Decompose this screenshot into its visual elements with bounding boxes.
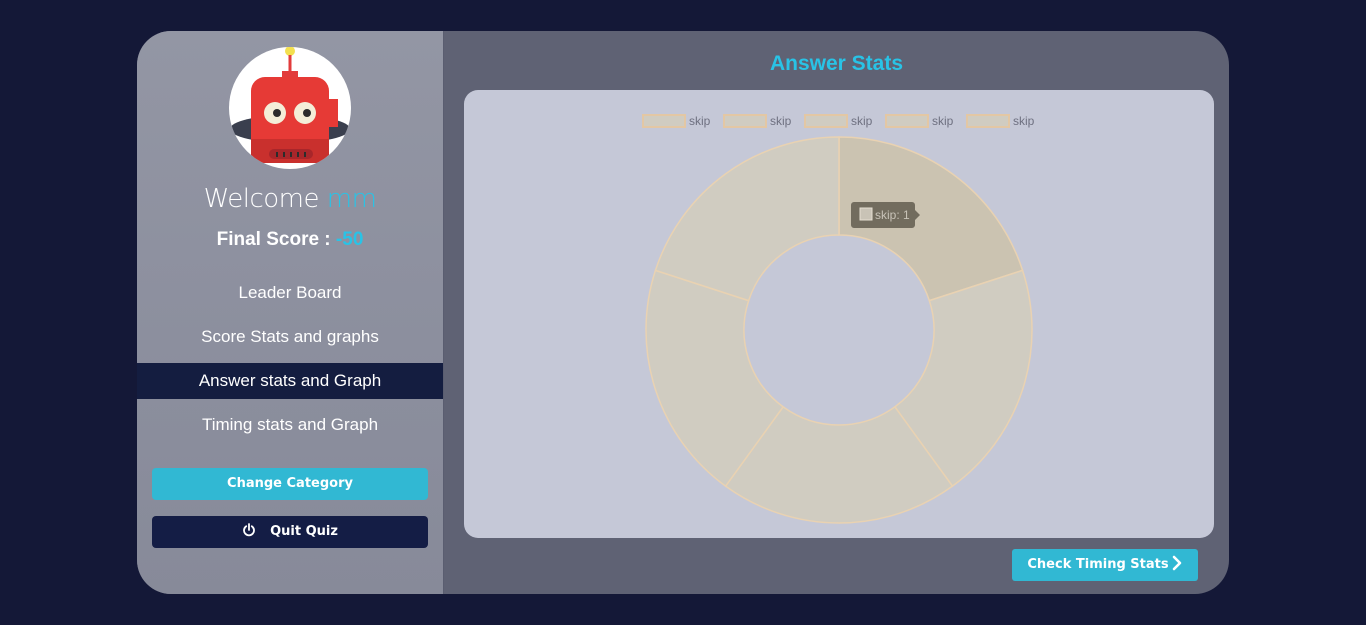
legend-item[interactable]: skip xyxy=(642,114,711,128)
legend-label: skip xyxy=(851,114,873,128)
legend-swatch xyxy=(804,114,848,128)
chart-panel: skip skip skip skip skip skip: 1 xyxy=(464,90,1214,538)
legend-label: skip xyxy=(689,114,711,128)
legend-label: skip xyxy=(770,114,792,128)
robot-avatar-icon xyxy=(230,47,350,163)
legend-swatch xyxy=(723,114,767,128)
quit-quiz-button[interactable]: Quit Quiz xyxy=(152,516,428,548)
check-timing-stats-button[interactable]: Check Timing Stats xyxy=(1012,549,1198,581)
legend-item[interactable]: skip xyxy=(885,114,954,128)
power-icon xyxy=(243,523,255,537)
legend-label: skip xyxy=(1013,114,1035,128)
chart-slice-skip-5[interactable] xyxy=(654,136,840,302)
answer-stats-chart[interactable]: skip skip skip skip skip skip: 1 xyxy=(464,90,1214,538)
nav-timing-stats[interactable]: Timing stats and Graph xyxy=(137,407,443,443)
change-category-label: Change Category xyxy=(227,476,353,491)
legend-swatch xyxy=(966,114,1010,128)
legend-swatch xyxy=(642,114,686,128)
check-timing-stats-label: Check Timing Stats xyxy=(1027,557,1169,572)
chart-tooltip: skip: 1 xyxy=(851,202,920,228)
chart-slices xyxy=(645,136,1033,524)
legend-item[interactable]: skip xyxy=(723,114,792,128)
legend-item[interactable]: skip xyxy=(804,114,873,128)
welcome-text: Welcome xyxy=(203,184,320,214)
user-name: mm xyxy=(326,184,377,214)
tooltip-text: skip: 1 xyxy=(875,208,910,222)
final-score: Final Score : -50 xyxy=(137,229,443,251)
score-label: Final Score : xyxy=(216,229,331,250)
legend-swatch xyxy=(885,114,929,128)
welcome-heading: Welcome mm xyxy=(137,184,443,214)
app-card: Welcome mm Final Score : -50 Leader Boar… xyxy=(137,31,1229,594)
nav-leader-board[interactable]: Leader Board xyxy=(137,275,443,311)
avatar xyxy=(229,47,351,169)
sidebar: Welcome mm Final Score : -50 Leader Boar… xyxy=(137,31,444,594)
chart-legend: skip skip skip skip skip xyxy=(642,114,1035,128)
quit-quiz-label: Quit Quiz xyxy=(270,524,338,539)
nav-score-stats[interactable]: Score Stats and graphs xyxy=(137,319,443,355)
nav-answer-stats[interactable]: Answer stats and Graph xyxy=(137,363,443,399)
change-category-button[interactable]: Change Category xyxy=(152,468,428,500)
tooltip-swatch xyxy=(859,207,873,221)
chevron-right-icon xyxy=(1172,555,1181,571)
score-value: -50 xyxy=(335,229,364,250)
main-panel: Answer Stats skip skip skip skip skip skip: … xyxy=(444,31,1229,594)
page-title: Answer Stats xyxy=(769,52,904,75)
sidebar-nav: Leader Board Score Stats and graphs Answ… xyxy=(137,275,443,451)
legend-label: skip xyxy=(932,114,954,128)
legend-item[interactable]: skip xyxy=(966,114,1035,128)
